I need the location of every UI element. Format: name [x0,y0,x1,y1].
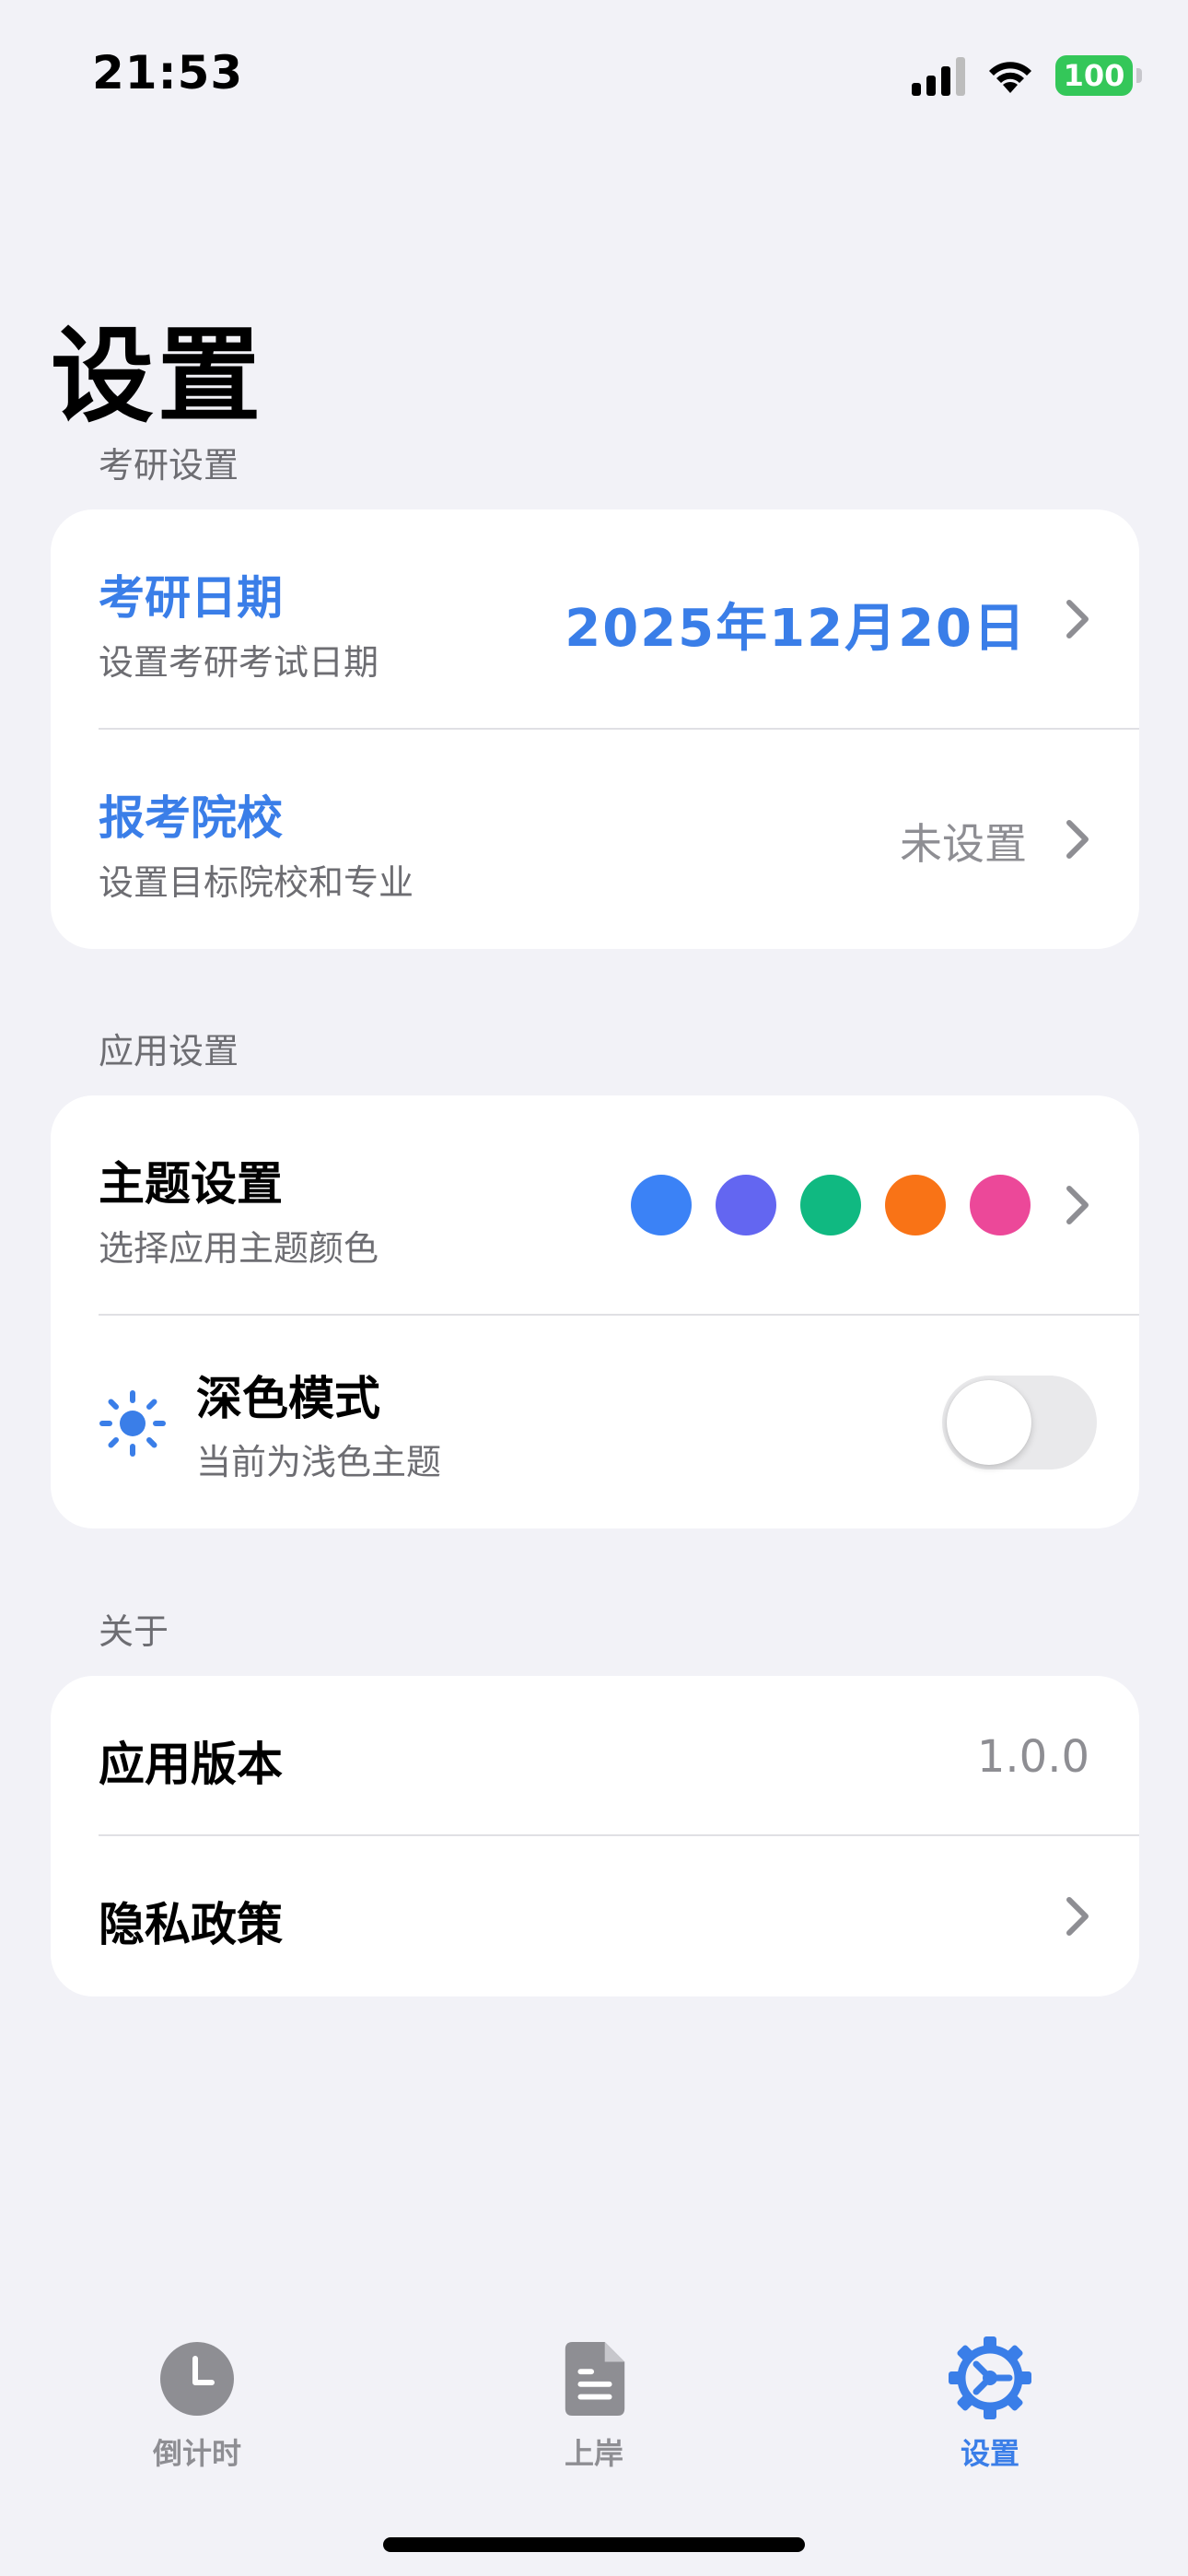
exam-date-row[interactable]: 考研日期 设置考研考试日期 2025年12月20日 [51,509,1139,729]
sun-icon [99,1390,166,1457]
privacy-policy-row[interactable]: 隐私政策 [51,1836,1139,1996]
exam-date-value: 2025年12月20日 [565,599,1027,659]
chevron-right-icon [1066,1897,1089,1936]
clock-icon [160,2342,234,2416]
theme-color-swatch-2[interactable] [800,1175,861,1235]
tab-settings[interactable]: 设置 [879,2322,1101,2478]
app-version-row: 应用版本 1.0.0 [51,1676,1139,1835]
target-school-subtitle: 设置目标院校和专业 [99,862,414,903]
target-school-value: 未设置 [900,819,1027,869]
section-header-app: 应用设置 [99,1031,239,1071]
tab-settings-label: 设置 [960,2436,1019,2471]
theme-color-swatch-3[interactable] [885,1175,946,1235]
theme-settings-subtitle: 选择应用主题颜色 [99,1228,379,1269]
theme-settings-title: 主题设置 [99,1157,283,1211]
theme-color-swatch-0[interactable] [631,1175,692,1235]
chevron-right-icon [1066,1186,1089,1224]
exam-date-subtitle: 设置考研考试日期 [99,642,379,683]
page-title: 设置 [51,317,264,437]
exam-date-title: 考研日期 [99,571,283,625]
tab-countdown[interactable]: 倒计时 [87,2322,308,2478]
theme-settings-row[interactable]: 主题设置 选择应用主题颜色 [51,1095,1139,1315]
dark-mode-subtitle: 当前为浅色主题 [196,1442,442,1482]
exam-settings-card: 考研日期 设置考研考试日期 2025年12月20日 报考院校 设置目标院校和专业… [51,509,1139,949]
tab-success[interactable]: 上岸 [483,2322,705,2478]
document-icon [565,2342,625,2416]
wifi-icon [989,62,1031,93]
app-version-value: 1.0.0 [976,1731,1089,1783]
target-school-row[interactable]: 报考院校 设置目标院校和专业 未设置 [51,730,1139,949]
dark-mode-title: 深色模式 [196,1372,380,1425]
target-school-title: 报考院校 [99,791,283,845]
theme-color-swatch-1[interactable] [716,1175,776,1235]
home-indicator [383,2537,805,2552]
tab-countdown-label: 倒计时 [152,2436,241,2471]
theme-color-swatch-4[interactable] [970,1175,1031,1235]
gear-icon [949,2336,1031,2419]
battery-icon: 100 [1055,55,1142,96]
tab-success-label: 上岸 [564,2436,623,2471]
cellular-signal-icon [912,55,965,96]
section-header-exam: 考研设置 [99,445,239,486]
theme-color-swatches [631,1175,1031,1235]
chevron-right-icon [1066,600,1089,638]
status-icons: 100 [912,52,1142,100]
status-time: 21:53 [92,46,244,100]
dark-mode-toggle[interactable] [942,1376,1097,1469]
toggle-knob [947,1380,1031,1465]
dark-mode-row: 深色模式 当前为浅色主题 [51,1316,1139,1528]
chevron-right-icon [1066,820,1089,859]
app-settings-card: 主题设置 选择应用主题颜色 深色模式 当前为浅色主题 [51,1095,1139,1528]
section-header-about: 关于 [99,1611,169,1652]
about-card: 应用版本 1.0.0 隐私政策 [51,1676,1139,1996]
status-bar: 21:53 100 [0,0,1188,147]
app-version-title: 应用版本 [99,1738,283,1791]
privacy-policy-title: 隐私政策 [99,1898,283,1951]
